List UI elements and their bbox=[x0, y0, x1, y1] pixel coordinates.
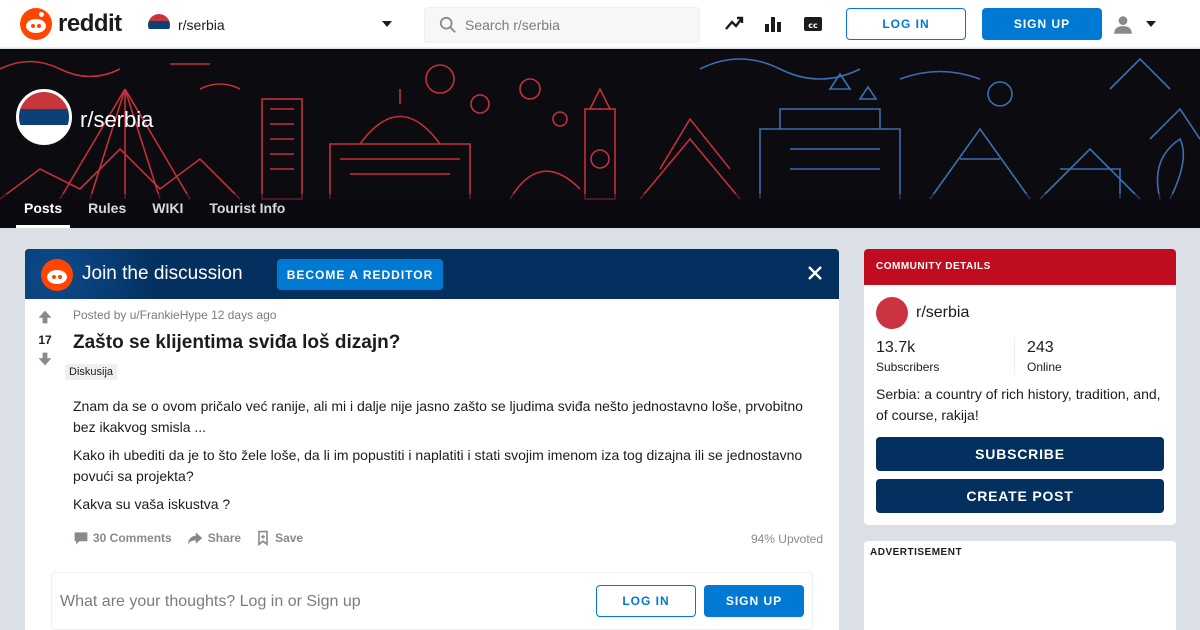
community-avatar bbox=[876, 297, 908, 329]
community-identity[interactable]: r/serbia bbox=[876, 297, 969, 329]
comment-prompt-box: What are your thoughts? Log in or Sign u… bbox=[51, 572, 813, 630]
share-icon bbox=[187, 532, 202, 545]
top-navigation-bar: reddit r/serbia cc LOG IN SIGN UP bbox=[0, 0, 1200, 48]
post-paragraph: Kako ih ubediti da je to što žele loše, … bbox=[73, 447, 803, 484]
advertisement-label: ADVERTISEMENT bbox=[870, 547, 963, 558]
vote-column: 17 bbox=[33, 309, 57, 371]
upvote-ratio: 94% Upvoted bbox=[750, 532, 823, 546]
share-button[interactable]: Share bbox=[186, 530, 241, 546]
save-button[interactable]: Save bbox=[255, 530, 303, 546]
community-name: r/serbia bbox=[916, 304, 970, 321]
comment-prompt-text: What are your thoughts? Log in or Sign u… bbox=[60, 593, 361, 610]
comments-label: 30 Comments bbox=[93, 531, 172, 545]
svg-text:cc: cc bbox=[808, 21, 818, 30]
signup-button[interactable]: SIGN UP bbox=[982, 8, 1102, 40]
chevron-down-icon bbox=[1146, 21, 1156, 27]
tab-rules[interactable]: Rules bbox=[80, 199, 134, 228]
bookmark-icon bbox=[258, 530, 268, 546]
trending-icon[interactable] bbox=[724, 14, 744, 34]
comment-signup-button[interactable]: SIGN UP bbox=[704, 585, 804, 617]
reddit-logo[interactable]: reddit bbox=[20, 8, 122, 40]
reddit-snoo-icon bbox=[41, 259, 73, 291]
post-meta[interactable]: Posted by u/FrankieHype 12 days ago bbox=[73, 308, 276, 322]
subscribers-label: Subscribers bbox=[876, 360, 940, 374]
subreddit-avatar bbox=[16, 89, 72, 145]
comments-button[interactable]: 30 Comments bbox=[73, 530, 172, 546]
community-description: Serbia: a country of rich history, tradi… bbox=[876, 386, 1161, 423]
downvote-icon[interactable] bbox=[37, 351, 53, 367]
close-icon[interactable] bbox=[803, 261, 827, 285]
share-label: Share bbox=[207, 531, 242, 545]
subscribers-stat: 13.7k Subscribers bbox=[876, 339, 939, 374]
join-discussion-bar: Join the discussion BECOME A REDDITOR bbox=[25, 249, 839, 299]
subreddit-title: r/serbia bbox=[80, 107, 154, 132]
subreddit-selector[interactable]: r/serbia bbox=[148, 10, 398, 40]
join-title: Join the discussion bbox=[82, 263, 243, 284]
login-button[interactable]: LOG IN bbox=[846, 8, 966, 40]
closed-captions-icon[interactable]: cc bbox=[803, 14, 823, 34]
search-input[interactable] bbox=[465, 17, 685, 33]
become-redditor-button[interactable]: BECOME A REDDITOR bbox=[277, 259, 443, 290]
subreddit-tabs: Posts Rules WIKI Tourist Info bbox=[16, 199, 303, 228]
chevron-down-icon bbox=[382, 21, 392, 27]
logo-text: reddit bbox=[58, 10, 122, 37]
tab-wiki[interactable]: WIKI bbox=[144, 199, 191, 228]
post-flair[interactable]: Diskusija bbox=[65, 364, 118, 380]
online-stat: 243 Online bbox=[1027, 339, 1062, 374]
tab-tourist-info[interactable]: Tourist Info bbox=[201, 199, 293, 228]
post-paragraph: Kakva su vaša iskustva ? bbox=[73, 496, 231, 512]
stats-icon[interactable] bbox=[763, 14, 783, 34]
community-details-header: COMMUNITY DETAILS bbox=[864, 249, 1176, 285]
advertisement-card: ADVERTISEMENT bbox=[864, 541, 1176, 630]
comment-login-button[interactable]: LOG IN bbox=[596, 585, 696, 617]
create-post-button[interactable]: CREATE POST bbox=[876, 479, 1164, 513]
tab-posts[interactable]: Posts bbox=[16, 199, 71, 228]
comment-icon bbox=[74, 532, 88, 545]
reddit-snoo-icon bbox=[20, 8, 52, 40]
post-title[interactable]: Zašto se klijentima sviđa loš dizajn? bbox=[73, 332, 400, 354]
post-paragraph: Znam da se o ovom pričalo već ranije, al… bbox=[73, 398, 803, 435]
stat-divider bbox=[1014, 337, 1015, 375]
subscribe-button[interactable]: SUBSCRIBE bbox=[876, 437, 1164, 471]
user-icon bbox=[1114, 16, 1132, 34]
online-value: 243 bbox=[1027, 339, 1054, 356]
search-icon bbox=[439, 16, 456, 33]
upvote-icon[interactable] bbox=[37, 309, 53, 325]
save-label: Save bbox=[275, 531, 304, 545]
user-menu[interactable] bbox=[1112, 12, 1164, 38]
post-actions: 30 Comments Share Save bbox=[73, 530, 317, 546]
vote-count: 17 bbox=[38, 333, 52, 347]
online-label: Online bbox=[1027, 360, 1062, 374]
subreddit-selector-label: r/serbia bbox=[178, 17, 225, 33]
subreddit-banner: r/serbia Posts Rules WIKI Tourist Info bbox=[0, 49, 1200, 228]
search-bar[interactable] bbox=[424, 7, 700, 43]
serbia-flag-icon bbox=[148, 14, 170, 36]
community-details-card: COMMUNITY DETAILS r/serbia 13.7k Subscri… bbox=[864, 249, 1176, 525]
post-card: 17 Posted by u/FrankieHype 12 days ago Z… bbox=[25, 299, 839, 630]
subscribers-value: 13.7k bbox=[876, 339, 916, 356]
